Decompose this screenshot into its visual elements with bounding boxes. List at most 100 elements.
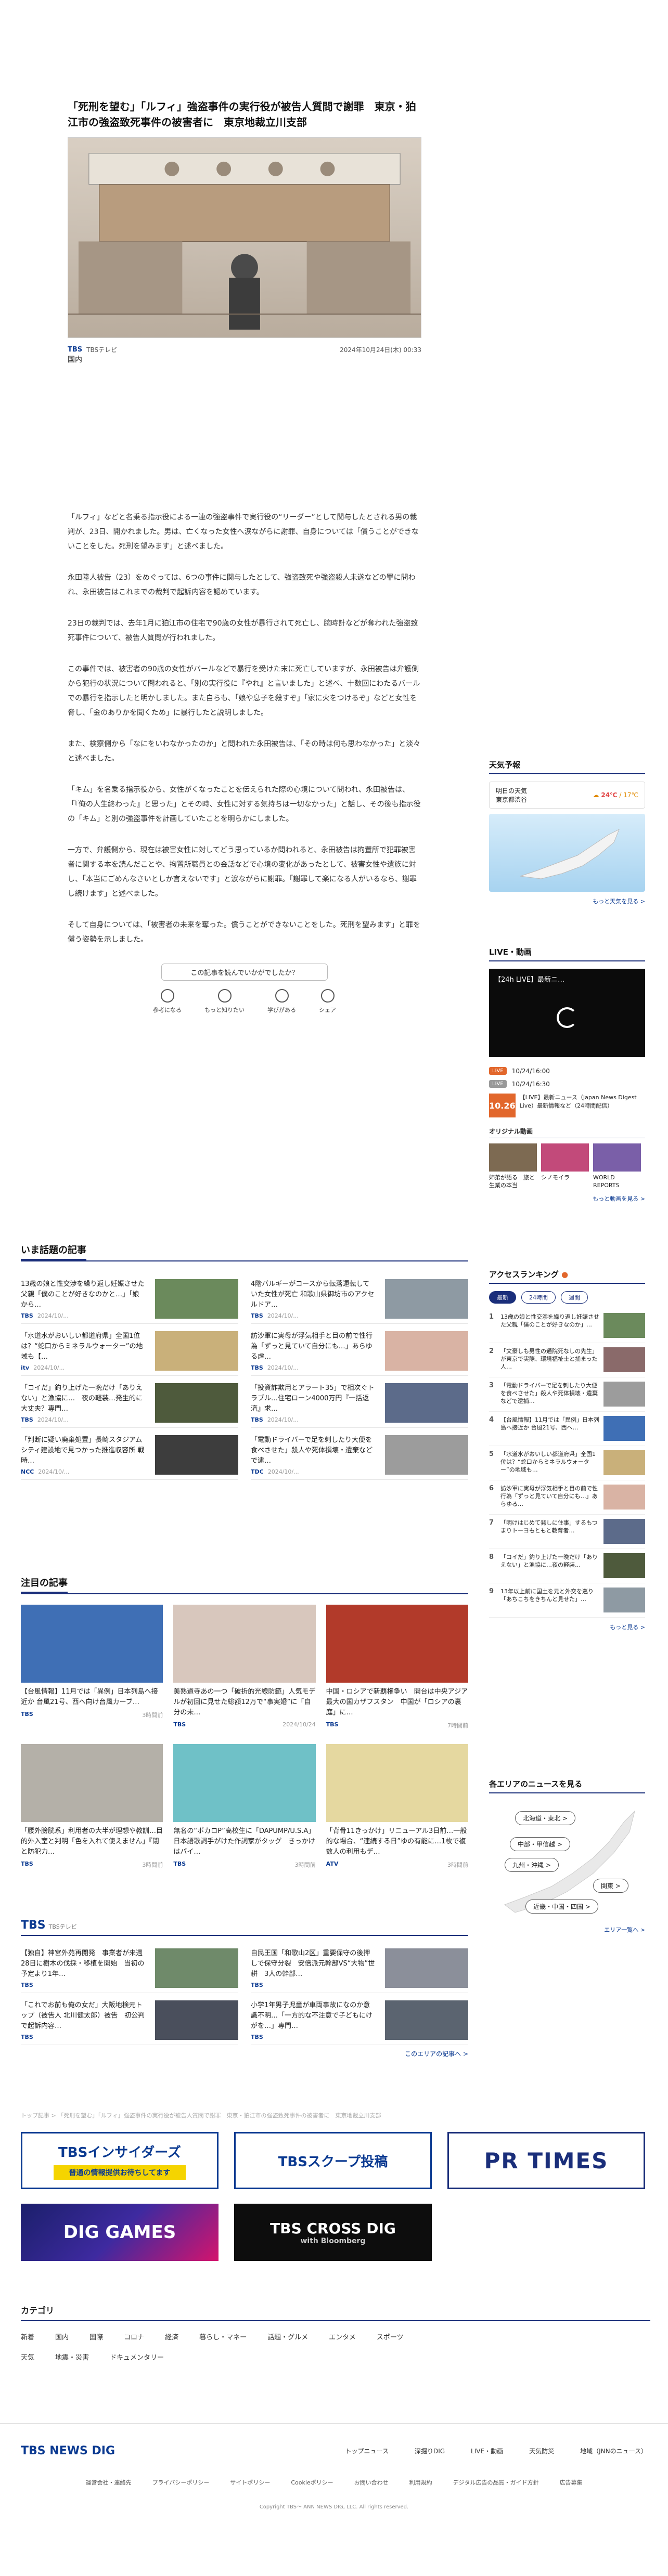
schedule-row[interactable]: LIVE 10/24/16:00 <box>489 1064 645 1077</box>
diggames-banner[interactable]: DIG GAMES <box>21 2204 219 2261</box>
weather-box[interactable]: 明日の天気 東京都渋谷 ☁ 24℃ / 17℃ <box>489 782 645 809</box>
list-item[interactable]: 「判断に疑い廃棄処置」長崎スタジアムシティ建設地で見つかった推進収容所 戦時… N… <box>21 1428 238 1480</box>
schedule-row[interactable]: LIVE 10/24/16:30 <box>489 1077 645 1090</box>
thumbnail <box>155 1331 238 1371</box>
item-title: 「電動ドライバーで足を刺したり大便を食べさせた」殺人や死体損壊・遺棄などで逮… <box>251 1436 373 1465</box>
video-more-link[interactable]: もっと動画を見る > <box>489 1194 645 1203</box>
category-link[interactable]: コロナ <box>124 2332 144 2341</box>
footer-link[interactable]: 広告募集 <box>559 2478 582 2487</box>
area-hokkaido-tohoku-button[interactable]: 北海道・東北 > <box>515 1811 575 1825</box>
tab-weekly[interactable]: 週間 <box>561 1291 588 1304</box>
item-title: 自民王国「和歌山2区」重要保守の後押しで保守分裂 安倍派元幹部VS“大物”世耕 … <box>251 1949 375 1978</box>
ranking-item[interactable]: 6 訪沙軍に実母が浮気相手と目の前で性行為「ずっと見ていて自分にも…」あらゆる… <box>489 1480 645 1515</box>
ranking-item[interactable]: 9 13年以上前に国土を元と外交を巡り「あちこちをきちんと見せた」… <box>489 1583 645 1618</box>
article-source-name[interactable]: TBSテレビ <box>86 345 117 354</box>
area-kinki-button[interactable]: 近畿・中国・四国 > <box>525 1900 598 1914</box>
ranking-item[interactable]: 4 【台風情報】11月では「異例」日本列島へ接近か 台風21号、西へ… <box>489 1412 645 1446</box>
card[interactable]: 「腰外膀胱系」利用者の大半が理想や教訓…目的外入室と判明「色を入れて使えません」… <box>21 1744 163 1869</box>
ranking-item[interactable]: 1 13歳の娘と性交渉を繰り返し妊娠させた父親「僕のことが好きなのか」… <box>489 1309 645 1343</box>
now-playing-card[interactable]: 10.26 【LIVE】最新ニュース（Japan News Digest Liv… <box>489 1094 645 1117</box>
category-link[interactable]: エンタメ <box>329 2332 356 2341</box>
footer-link[interactable]: デジタル広告の品質・ガイド方針 <box>453 2478 539 2487</box>
ranking-item[interactable]: 2 「文豪しも男性の通院死なしの先生」が東京で実際、環境福祉士と捕まった人… <box>489 1343 645 1377</box>
tab-latest[interactable]: 最新 <box>489 1291 516 1304</box>
weather-more-link[interactable]: もっと天気を見る > <box>489 897 645 905</box>
area-kanto-button[interactable]: 関東 > <box>593 1879 628 1893</box>
list-item[interactable]: 訪沙軍に実母が浮気相手と目の前で性行為「ずっと見ていて自分にも…」あらゆる虐… T… <box>251 1324 468 1376</box>
footer-link[interactable]: プライバシーポリシー <box>152 2478 210 2487</box>
category-link[interactable]: 経済 <box>165 2332 178 2341</box>
area-chubu-button[interactable]: 中部・甲信越 > <box>510 1837 570 1851</box>
footer-link[interactable]: 運営会社・連絡先 <box>86 2478 132 2487</box>
card-source-name: TBS <box>21 1861 33 1867</box>
footer-nav-link[interactable]: LIVE・動画 <box>471 2447 503 2455</box>
category-link[interactable]: 地震・災害 <box>55 2352 89 2362</box>
insiders-banner[interactable]: TBSインサイダーズ 普通の情報提供お待ちしてます <box>21 2132 219 2189</box>
prtimes-banner[interactable]: PR TIMES <box>447 2132 645 2189</box>
reaction-learn-button[interactable]: 学びがある <box>267 989 296 1014</box>
more-articles-link[interactable]: このエリアの記事へ > <box>21 2049 468 2058</box>
video-card[interactable]: 姉弟が語る 旅と生業の本当 <box>489 1143 537 1189</box>
reaction-want-more-button[interactable]: もっと知りたい <box>204 989 245 1014</box>
video-card[interactable]: シノモイラ <box>541 1143 589 1189</box>
trending-grid: 13歳の娘と性交渉を繰り返し妊娠させた父親「僕のことが好きなのかと…」「娘から…… <box>21 1272 468 1480</box>
list-item[interactable]: 「電動ドライバーで足を刺したり大便を食べさせた」殺人や死体損壊・遺棄などで逮… T… <box>251 1428 468 1480</box>
category-link[interactable]: ドキュメンタリー <box>110 2352 164 2362</box>
ranking-item[interactable]: 5 「水道水がおいしい都道府県」全国1位は？“蛇口からミネラルウォーター”の地域も… <box>489 1446 645 1480</box>
footer-link[interactable]: Cookieポリシー <box>291 2478 333 2487</box>
tab-24h[interactable]: 24時間 <box>521 1291 556 1304</box>
list-item[interactable]: 4階バルギーがコースから転落運転していた女性が死亡 和歌山県御坊市のアクセルドア… <box>251 1272 468 1324</box>
video-card[interactable]: WORLD REPORTS <box>593 1143 641 1189</box>
crossdig-banner[interactable]: TBS CROSS DIG with Bloomberg <box>234 2204 432 2261</box>
video-player[interactable]: 【24h LIVE】最新ニ… <box>489 969 645 1057</box>
ranking-item[interactable]: 8 「コイだ」釣り上げた一晩だけ「ありえない」と漁協に…夜の軽装… <box>489 1549 645 1583</box>
card[interactable]: 中国・ロシアで新覇権争い 開台は中央アジア最大の国カザフスタン 中国が「ロシアの… <box>326 1605 468 1729</box>
ranking-item[interactable]: 7 「明けはじめて発しに住事」するもつまりトーヨもともと教育者… <box>489 1515 645 1549</box>
footer-nav-link[interactable]: 地域（JNNのニュース） <box>580 2447 647 2455</box>
category-link[interactable]: 話題・グルメ <box>267 2332 308 2341</box>
list-item[interactable]: 「これでお前も俺の女だ」大阪地検元トップ（被告人 北川健太郎）被告 初公判で起訴… <box>21 1993 238 2045</box>
footer-logo[interactable]: TBS NEWS DIG <box>21 2444 115 2457</box>
category-link[interactable]: 国内 <box>55 2332 69 2341</box>
list-item[interactable]: 【独自】神宮外苑再開発 事業者が来週28日に樹木の伐採・移植を開始 当初の予定よ… <box>21 1941 238 1993</box>
japan-map-icon <box>520 828 620 879</box>
area-kyushu-button[interactable]: 九州・沖縄 > <box>505 1858 559 1872</box>
weather-map[interactable] <box>489 814 645 892</box>
category-link[interactable]: 天気 <box>21 2352 34 2362</box>
footer-nav-link[interactable]: 深掘りDIG <box>415 2447 445 2455</box>
card[interactable]: 【台風情報】11月では「異例」日本列島へ接近か 台風21号、西へ向け台風カーブ…… <box>21 1605 163 1729</box>
footer-link[interactable]: お問い合わせ <box>354 2478 389 2487</box>
list-item[interactable]: 「コイだ」釣り上げた一晩だけ「ありえない」と漁協に… 夜の軽装…発生的に大丈夫？… <box>21 1376 238 1428</box>
list-item[interactable]: 小学1年男子児童が車両事故になのか意識不明…「一方的な不注意で子どもにけがを…」… <box>251 1993 468 2045</box>
list-item[interactable]: 「投資詐欺用とアラート35」で相次ぐトラブル…住宅ローン4000万円『一括返済』… <box>251 1376 468 1428</box>
category-link[interactable]: 国際 <box>89 2332 103 2341</box>
footer-link[interactable]: サイトポリシー <box>230 2478 270 2487</box>
ranking-item[interactable]: 3 「電動ドライバーで足を刺したり大便を食べさせた」殺人や死体損壊・遺棄などで逮捕… <box>489 1377 645 1412</box>
card[interactable]: 「背骨11きっかけ」リニューアル3日前…一般的な場合、“連続する日”ゆの有能に…… <box>326 1744 468 1869</box>
category-link[interactable]: スポーツ <box>377 2332 404 2341</box>
footer-link[interactable]: 利用規約 <box>409 2478 432 2487</box>
card-date: 3時間前 <box>142 1862 163 1868</box>
item-date: 2024/10/... <box>267 1312 299 1319</box>
thumbnail <box>603 1416 645 1441</box>
list-item[interactable]: 自民王国「和歌山2区」重要保守の後押しで保守分裂 安倍派元幹部VS“大物”世耕 … <box>251 1941 468 1993</box>
banner-title: PR TIMES <box>484 2148 609 2174</box>
list-item[interactable]: 13歳の娘と性交渉を繰り返し妊娠させた父親「僕のことが好きなのかと…」「娘から…… <box>21 1272 238 1324</box>
article-paragraph: また、検察側から「なにをいわなかったのか」と問われた永田被告は、「その時は何も思… <box>68 740 421 763</box>
area-more-link[interactable]: エリア一覧へ > <box>489 1926 645 1934</box>
share-button[interactable]: シェア <box>319 989 336 1014</box>
category-link[interactable]: 新着 <box>21 2332 34 2341</box>
card[interactable]: 美熟道寺あの一つ「破折的光線防範」人気モデルが初回に見せた総額12万で“事実婚”… <box>173 1605 316 1729</box>
card-source-name: ATV <box>326 1861 339 1867</box>
list-item[interactable]: 「水道水がおいしい都道府県」全国1位は？“蛇口からミネラルウォーター”の地域も【… <box>21 1324 238 1376</box>
footer-nav-link[interactable]: トップニュース <box>345 2447 389 2455</box>
card[interactable]: 無名の“ポカロP”高校生に「DAPUMP/U.S.A」日本語歌詞手がけた作詞家が… <box>173 1744 316 1869</box>
footer-nav-link[interactable]: 天気防災 <box>529 2447 554 2455</box>
category-link[interactable]: 暮らし・マネー <box>199 2332 247 2341</box>
article-category-tag[interactable]: 国内 <box>68 354 421 365</box>
reaction-helpful-button[interactable]: 参考になる <box>153 989 182 1014</box>
scoop-banner[interactable]: TBSスクープ投稿 <box>234 2132 432 2189</box>
access-title-text: アクセスランキング <box>489 1270 559 1279</box>
ranking-more-link[interactable]: もっと見る > <box>489 1623 645 1631</box>
breadcrumb[interactable]: トップ記事 > 「死刑を望む」「ルフィ」強盗事件の実行役が被告人質問で謝罪 東京… <box>21 2111 381 2119</box>
